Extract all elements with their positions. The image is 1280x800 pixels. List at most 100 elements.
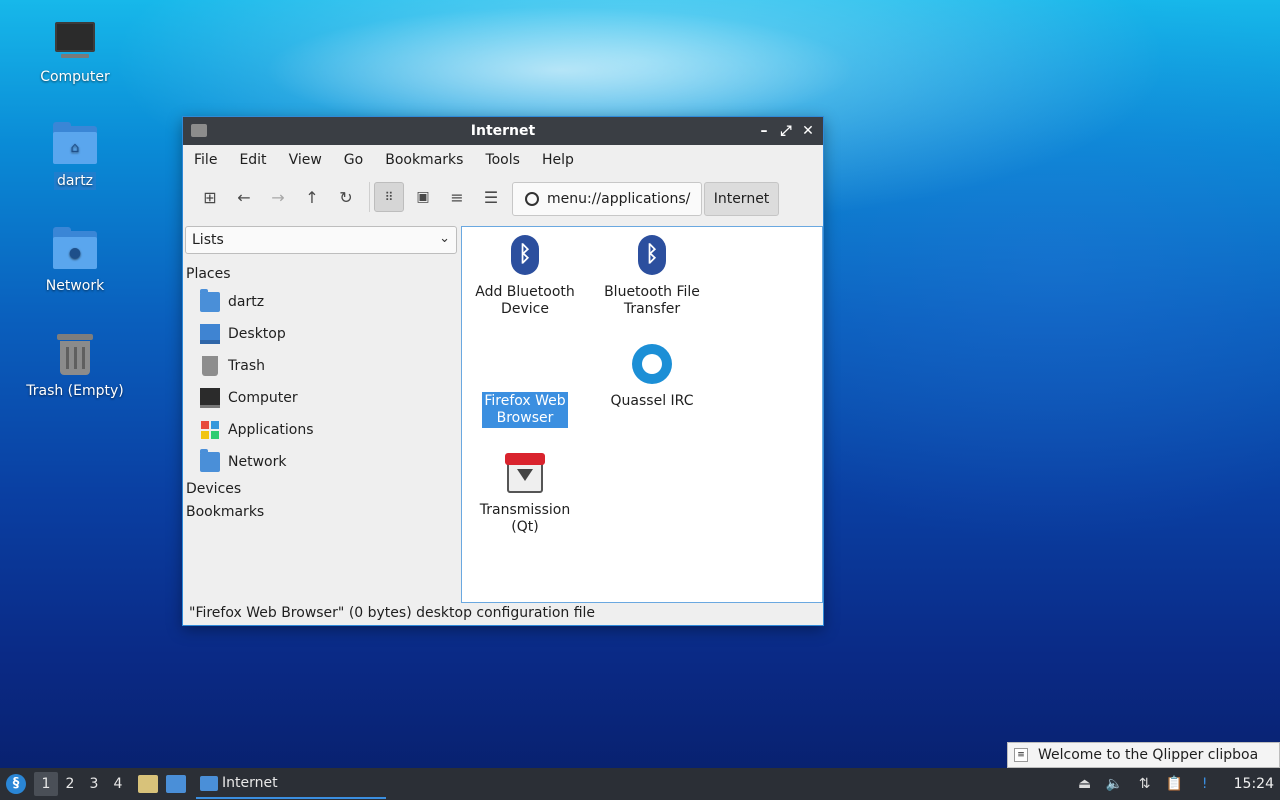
sidebar-item-trash[interactable]: Trash xyxy=(183,350,459,382)
file-item-add-bluetooth-device[interactable]: ᛒ Add Bluetooth Device xyxy=(466,233,584,319)
menu-help[interactable]: Help xyxy=(541,152,584,168)
sidebar-item-dartz[interactable]: dartz xyxy=(183,286,459,318)
desktop-icon-label: Computer xyxy=(40,69,110,85)
sidebar: Lists ⌄ Places dartz Desktop Trash Compu… xyxy=(183,224,459,602)
clipboard-notification[interactable]: ≡ Welcome to the Qlipper clipboa xyxy=(1007,742,1280,768)
network-icon xyxy=(200,449,220,472)
file-item-quassel-irc[interactable]: Quassel IRC xyxy=(593,342,711,411)
trash-icon xyxy=(51,330,99,378)
file-name-line: Browser xyxy=(496,410,554,426)
desktop-switcher: 1 2 3 4 xyxy=(34,772,130,796)
sidebar-item-applications[interactable]: Applications xyxy=(183,414,459,446)
file-name-line: Bluetooth File xyxy=(604,284,700,300)
location-text: menu://applications/ xyxy=(547,191,691,207)
desktop-2-button[interactable]: 2 xyxy=(58,772,82,796)
sidebar-item-label: Trash xyxy=(228,358,265,374)
firefox-icon xyxy=(503,342,547,386)
breadcrumb-internet[interactable]: Internet xyxy=(704,182,779,216)
home-folder-icon xyxy=(200,289,220,312)
desktop-1-button[interactable]: 1 xyxy=(34,772,58,796)
sidebar-item-label: dartz xyxy=(228,294,265,310)
sidebar-item-computer[interactable]: Computer xyxy=(183,382,459,414)
file-name-line: Firefox Web xyxy=(484,393,566,409)
toolbar-separator xyxy=(369,182,370,212)
taskbar-window-internet[interactable]: Internet xyxy=(196,769,386,799)
applications-icon xyxy=(200,420,220,440)
sidebar-mode-select[interactable]: Lists ⌄ xyxy=(185,226,457,254)
menu-file[interactable]: File xyxy=(193,152,227,168)
desktop-icon-home-folder[interactable]: ⌂ dartz xyxy=(15,120,135,190)
location-bar[interactable]: menu://applications/ xyxy=(512,182,702,216)
sidebar-mode-value: Lists xyxy=(192,232,224,248)
desktop-icon-trash[interactable]: Trash (Empty) xyxy=(15,330,135,400)
up-arrow-icon[interactable]: ↑ xyxy=(297,182,327,212)
file-name-line: Device xyxy=(501,301,549,317)
bluetooth-icon: ᛒ xyxy=(503,233,547,277)
show-desktop-icon[interactable] xyxy=(166,775,186,793)
window-title: Internet xyxy=(470,123,536,139)
sidebar-item-label: Desktop xyxy=(228,326,286,342)
file-name-line: Transmission xyxy=(479,502,571,518)
location-icon xyxy=(525,192,539,206)
devices-header[interactable]: Devices xyxy=(183,478,459,501)
menu-tools[interactable]: Tools xyxy=(484,152,530,168)
notification-text: Welcome to the Qlipper clipboa xyxy=(1038,747,1259,763)
menu-go[interactable]: Go xyxy=(343,152,373,168)
eject-icon[interactable]: ⏏ xyxy=(1076,775,1094,793)
network-status-icon[interactable]: ⇅ xyxy=(1136,775,1154,793)
file-manager-window: Internet – ⤢ ✕ File Edit View Go Bookmar… xyxy=(182,116,824,626)
quassel-icon xyxy=(630,342,674,386)
desktop-icon-network[interactable]: ● Network xyxy=(15,225,135,295)
file-item-firefox-web-browser[interactable]: Firefox Web Browser xyxy=(466,342,584,428)
volume-icon[interactable]: 🔈 xyxy=(1106,775,1124,793)
desktop-3-button[interactable]: 3 xyxy=(82,772,106,796)
places-header[interactable]: Places xyxy=(183,262,459,286)
file-item-bluetooth-file-transfer[interactable]: ᛒ Bluetooth File Transfer xyxy=(593,233,711,319)
clock[interactable]: 15:24 xyxy=(1234,776,1274,792)
new-tab-icon[interactable]: ⊞ xyxy=(195,182,225,212)
reload-icon[interactable]: ↻ xyxy=(331,182,361,212)
sidebar-item-network[interactable]: Network xyxy=(183,446,459,478)
network-folder-icon: ● xyxy=(51,225,99,273)
file-name-line: Transfer xyxy=(623,301,681,317)
bookmarks-header[interactable]: Bookmarks xyxy=(183,501,459,524)
close-button[interactable]: ✕ xyxy=(799,117,817,145)
menu-view[interactable]: View xyxy=(288,152,332,168)
sidebar-item-desktop[interactable]: Desktop xyxy=(183,318,459,350)
icon-view-icon[interactable]: ⠿ xyxy=(374,182,404,212)
desktop-icon-label: Trash (Empty) xyxy=(26,383,124,399)
sidebar-item-label: Applications xyxy=(228,422,314,438)
maximize-button[interactable]: ⤢ xyxy=(777,117,795,145)
back-arrow-icon[interactable]: ← xyxy=(229,182,259,212)
window-titlebar[interactable]: Internet – ⤢ ✕ xyxy=(183,117,823,145)
file-name-line: Add Bluetooth xyxy=(475,284,575,300)
menu-bar: File Edit View Go Bookmarks Tools Help xyxy=(183,145,823,175)
start-menu-button[interactable]: § xyxy=(6,774,26,794)
sidebar-item-label: Network xyxy=(228,454,287,470)
minimize-button[interactable]: – xyxy=(755,117,773,145)
desktop-icon-label: Network xyxy=(45,278,105,294)
forward-arrow-icon[interactable]: → xyxy=(263,182,293,212)
menu-bookmarks[interactable]: Bookmarks xyxy=(384,152,473,168)
file-manager-launcher-icon[interactable] xyxy=(138,775,158,793)
system-tray: ⏏ 🔈 ⇅ 📋 ! 15:24 xyxy=(1076,768,1280,800)
sidebar-item-label: Computer xyxy=(228,390,298,406)
file-view[interactable]: ᛒ Add Bluetooth Device ᛒ Bluetooth File Tr… xyxy=(461,226,823,603)
computer-icon xyxy=(200,388,220,408)
compact-view-icon[interactable]: ≡ xyxy=(442,182,472,212)
trash-icon xyxy=(202,356,218,376)
bluetooth-icon: ᛒ xyxy=(630,233,674,277)
file-item-transmission-qt[interactable]: Transmission (Qt) xyxy=(466,451,584,537)
desktop-icon-label: dartz xyxy=(53,172,97,190)
clipboard-icon[interactable]: 📋 xyxy=(1166,775,1184,793)
desktop-icon-computer[interactable]: Computer xyxy=(15,16,135,86)
taskbar-window-label: Internet xyxy=(222,775,278,791)
thumbnail-view-icon[interactable]: ▣ xyxy=(408,182,438,212)
desktop-4-button[interactable]: 4 xyxy=(106,772,130,796)
detailed-list-icon[interactable]: ☰ xyxy=(476,182,506,212)
clipboard-icon: ≡ xyxy=(1014,748,1028,762)
chevron-down-icon: ⌄ xyxy=(439,231,450,246)
notification-icon[interactable]: ! xyxy=(1196,775,1214,793)
folder-icon xyxy=(200,775,218,791)
menu-edit[interactable]: Edit xyxy=(238,152,276,168)
